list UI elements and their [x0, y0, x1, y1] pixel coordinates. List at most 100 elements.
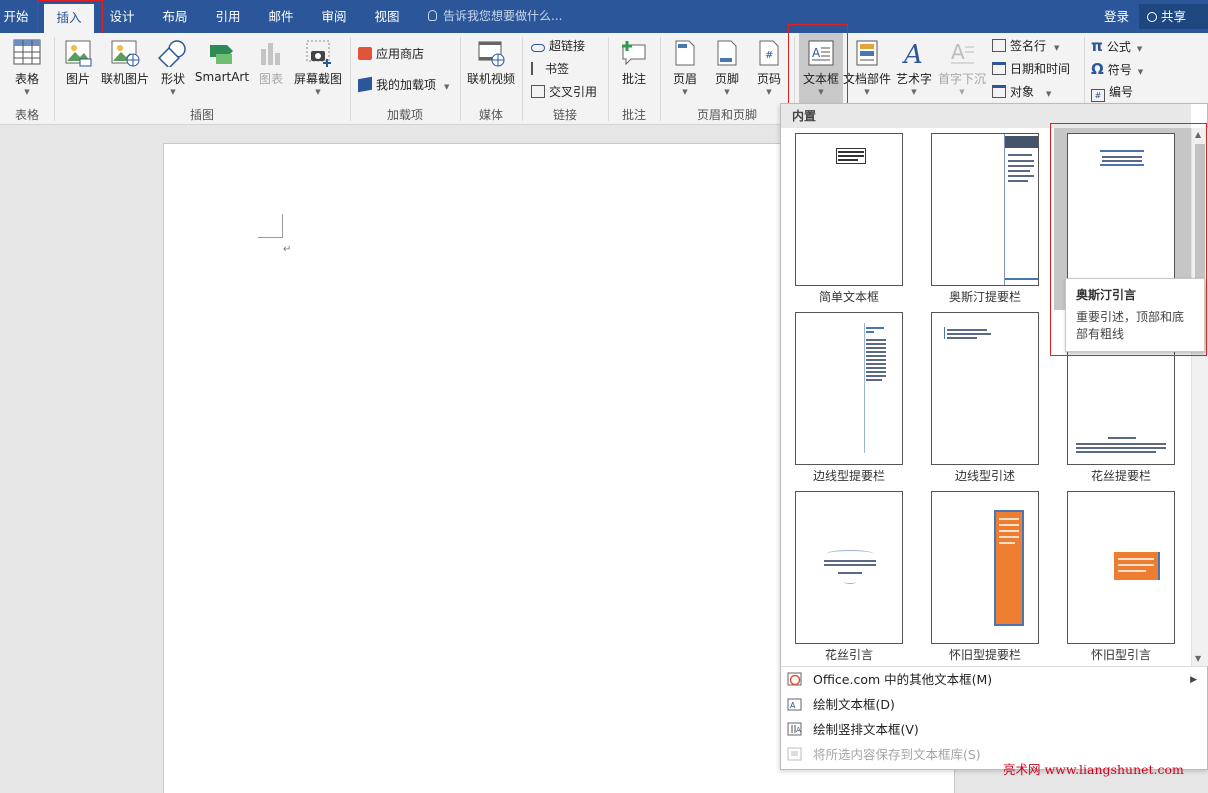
gallery-thumb-filigree-quote[interactable] [795, 491, 903, 644]
gallery-label-sideline-sidebar[interactable]: 边线型提要栏 [781, 467, 917, 484]
footer-icon [717, 40, 737, 66]
tab-review[interactable]: 审阅 [316, 0, 352, 33]
gallery-label-retro-sidebar[interactable]: 怀旧型提要栏 [917, 646, 1053, 663]
symbol-button[interactable]: Ω 符号 ▼ [1091, 60, 1143, 78]
cross-reference-button[interactable]: 交叉引用 [531, 83, 597, 100]
austin-quote-highlight [1050, 123, 1207, 356]
wordart-icon: A [902, 40, 923, 67]
store-button[interactable]: 应用商店 [358, 45, 424, 62]
online-video-label: 联机视频 [466, 72, 515, 86]
tab-layout[interactable]: 布局 [157, 0, 193, 33]
numbering-icon: # [1091, 89, 1105, 102]
gallery-thumb-sideline-quote[interactable] [931, 312, 1039, 465]
menu-draw-vertical-textbox[interactable]: A 绘制竖排文本框(V) [781, 718, 1207, 742]
gallery-label-sideline-quote[interactable]: 边线型引述 [917, 467, 1053, 484]
title-tab-bar: 开始 插入 设计 布局 引用 邮件 审阅 视图 告诉我您想要做什么... 登录 … [0, 0, 1208, 33]
equation-button[interactable]: π 公式 ▼ [1091, 37, 1142, 55]
header-button[interactable]: 页眉 ▼ [666, 39, 704, 97]
gallery-thumb-austin-sidebar[interactable] [931, 133, 1039, 286]
quick-parts-label: 文档部件 [843, 72, 892, 86]
picture-button[interactable]: 图片 [60, 39, 96, 87]
signature-icon [992, 39, 1006, 52]
object-button[interactable]: 对象 ▼ [992, 83, 1051, 100]
menu-more-textboxes[interactable]: Office.com 中的其他文本框(M) ▶ [781, 668, 1207, 692]
shapes-label: 形状 [160, 72, 185, 86]
gallery-thumb-retro-quote[interactable] [1067, 491, 1175, 644]
footer-button[interactable]: 页脚 ▼ [708, 39, 746, 97]
bookmark-icon [531, 62, 541, 75]
tab-mailings[interactable]: 邮件 [263, 0, 299, 33]
datetime-button[interactable]: 日期和时间 [992, 60, 1070, 77]
tab-design[interactable]: 设计 [104, 0, 140, 33]
shapes-button[interactable]: 形状 ▼ [155, 39, 191, 97]
my-addins-icon [358, 76, 372, 93]
signature-line-button[interactable]: 签名行 ▼ [992, 37, 1059, 54]
signature-label: 签名行 [1010, 39, 1047, 53]
screenshot-button[interactable]: 屏幕截图 ▼ [292, 39, 344, 97]
svg-text:A: A [790, 701, 796, 710]
header-icon [675, 40, 695, 66]
svg-text:#: # [765, 50, 773, 61]
tell-me-search[interactable]: 告诉我您想要做什么... [428, 0, 562, 33]
online-picture-label: 联机图片 [100, 72, 149, 86]
gallery-thumb-sideline-sidebar[interactable] [795, 312, 903, 465]
gallery-label-austin-sidebar[interactable]: 奥斯汀提要栏 [917, 288, 1053, 305]
tab-view[interactable]: 视图 [369, 0, 405, 33]
bookmark-button[interactable]: 书签 [531, 60, 569, 77]
omega-icon: Ω [1091, 60, 1104, 78]
gallery-label-retro-quote[interactable]: 怀旧型引言 [1053, 646, 1189, 663]
table-button[interactable]: 表格 ▼ [8, 39, 46, 97]
hyperlink-label: 超链接 [549, 39, 586, 53]
menu-divider [781, 666, 1207, 667]
menu-save-to-gallery-label: 将所选内容保存到文本框库(S) [813, 747, 981, 762]
online-video-button[interactable]: 联机视频 [464, 39, 518, 87]
group-illustrations-label: 插图 [189, 108, 214, 122]
comment-label: 批注 [621, 72, 646, 86]
tab-home[interactable]: 开始 [0, 0, 32, 33]
wordart-button[interactable]: A 艺术字 ▼ [894, 39, 934, 97]
object-label: 对象 [1010, 85, 1035, 99]
group-addins-label: 加载项 [386, 108, 423, 122]
save-to-gallery-icon [787, 747, 802, 761]
svg-text:A: A [951, 40, 965, 64]
paragraph-mark: ↵ [283, 244, 292, 255]
login-link[interactable]: 登录 [1104, 0, 1129, 33]
numbering-button[interactable]: # 编号 [1091, 83, 1133, 102]
dropcap-button: A 首字下沉 ▼ [937, 40, 986, 96]
online-picture-button[interactable]: 联机图片 [100, 39, 150, 87]
gallery-thumb-retro-sidebar[interactable] [931, 491, 1039, 644]
tell-me-text: 告诉我您想要做什么... [443, 9, 563, 23]
online-picture-icon [111, 40, 140, 67]
share-button[interactable]: 共享 [1139, 4, 1208, 29]
margin-marker [258, 237, 282, 238]
group-comments-label: 批注 [621, 108, 646, 122]
share-label: 共享 [1161, 9, 1187, 24]
dropcap-label: 首字下沉 [937, 72, 986, 86]
page-number-button[interactable]: # 页码 ▼ [750, 39, 788, 97]
symbol-label: 符号 [1107, 63, 1132, 77]
datetime-label: 日期和时间 [1010, 62, 1071, 76]
lightbulb-icon [428, 10, 437, 21]
gallery-label-filigree-quote[interactable]: 花丝引言 [781, 646, 917, 663]
picture-icon [65, 40, 92, 67]
quick-parts-button[interactable]: 文档部件 ▼ [843, 39, 891, 97]
chart-icon [261, 43, 280, 65]
smartart-button[interactable]: SmartArt [194, 39, 250, 84]
comment-button[interactable]: 批注 [614, 39, 654, 87]
group-media-label: 媒体 [478, 108, 503, 122]
menu-draw-textbox[interactable]: A 绘制文本框(D) [781, 693, 1207, 717]
gallery-label-simple-textbox[interactable]: 简单文本框 [781, 288, 917, 305]
tab-references[interactable]: 引用 [210, 0, 246, 33]
my-addins-button[interactable]: 我的加载项 ▼ [358, 76, 449, 93]
watermark-text: 亮术网 www.liangshunet.com [1003, 762, 1184, 777]
online-video-icon [478, 41, 505, 67]
pi-icon: π [1091, 37, 1103, 55]
group-links-label: 链接 [552, 108, 577, 122]
shapes-icon [158, 40, 186, 67]
store-icon [358, 47, 372, 60]
gallery-thumb-simple-textbox[interactable] [795, 133, 903, 286]
gallery-label-filigree-sidebar[interactable]: 花丝提要栏 [1053, 467, 1189, 484]
hyperlink-button[interactable]: 超链接 [531, 37, 585, 54]
store-label: 应用商店 [376, 47, 425, 61]
scroll-down-icon[interactable]: ▼ [1195, 654, 1201, 663]
